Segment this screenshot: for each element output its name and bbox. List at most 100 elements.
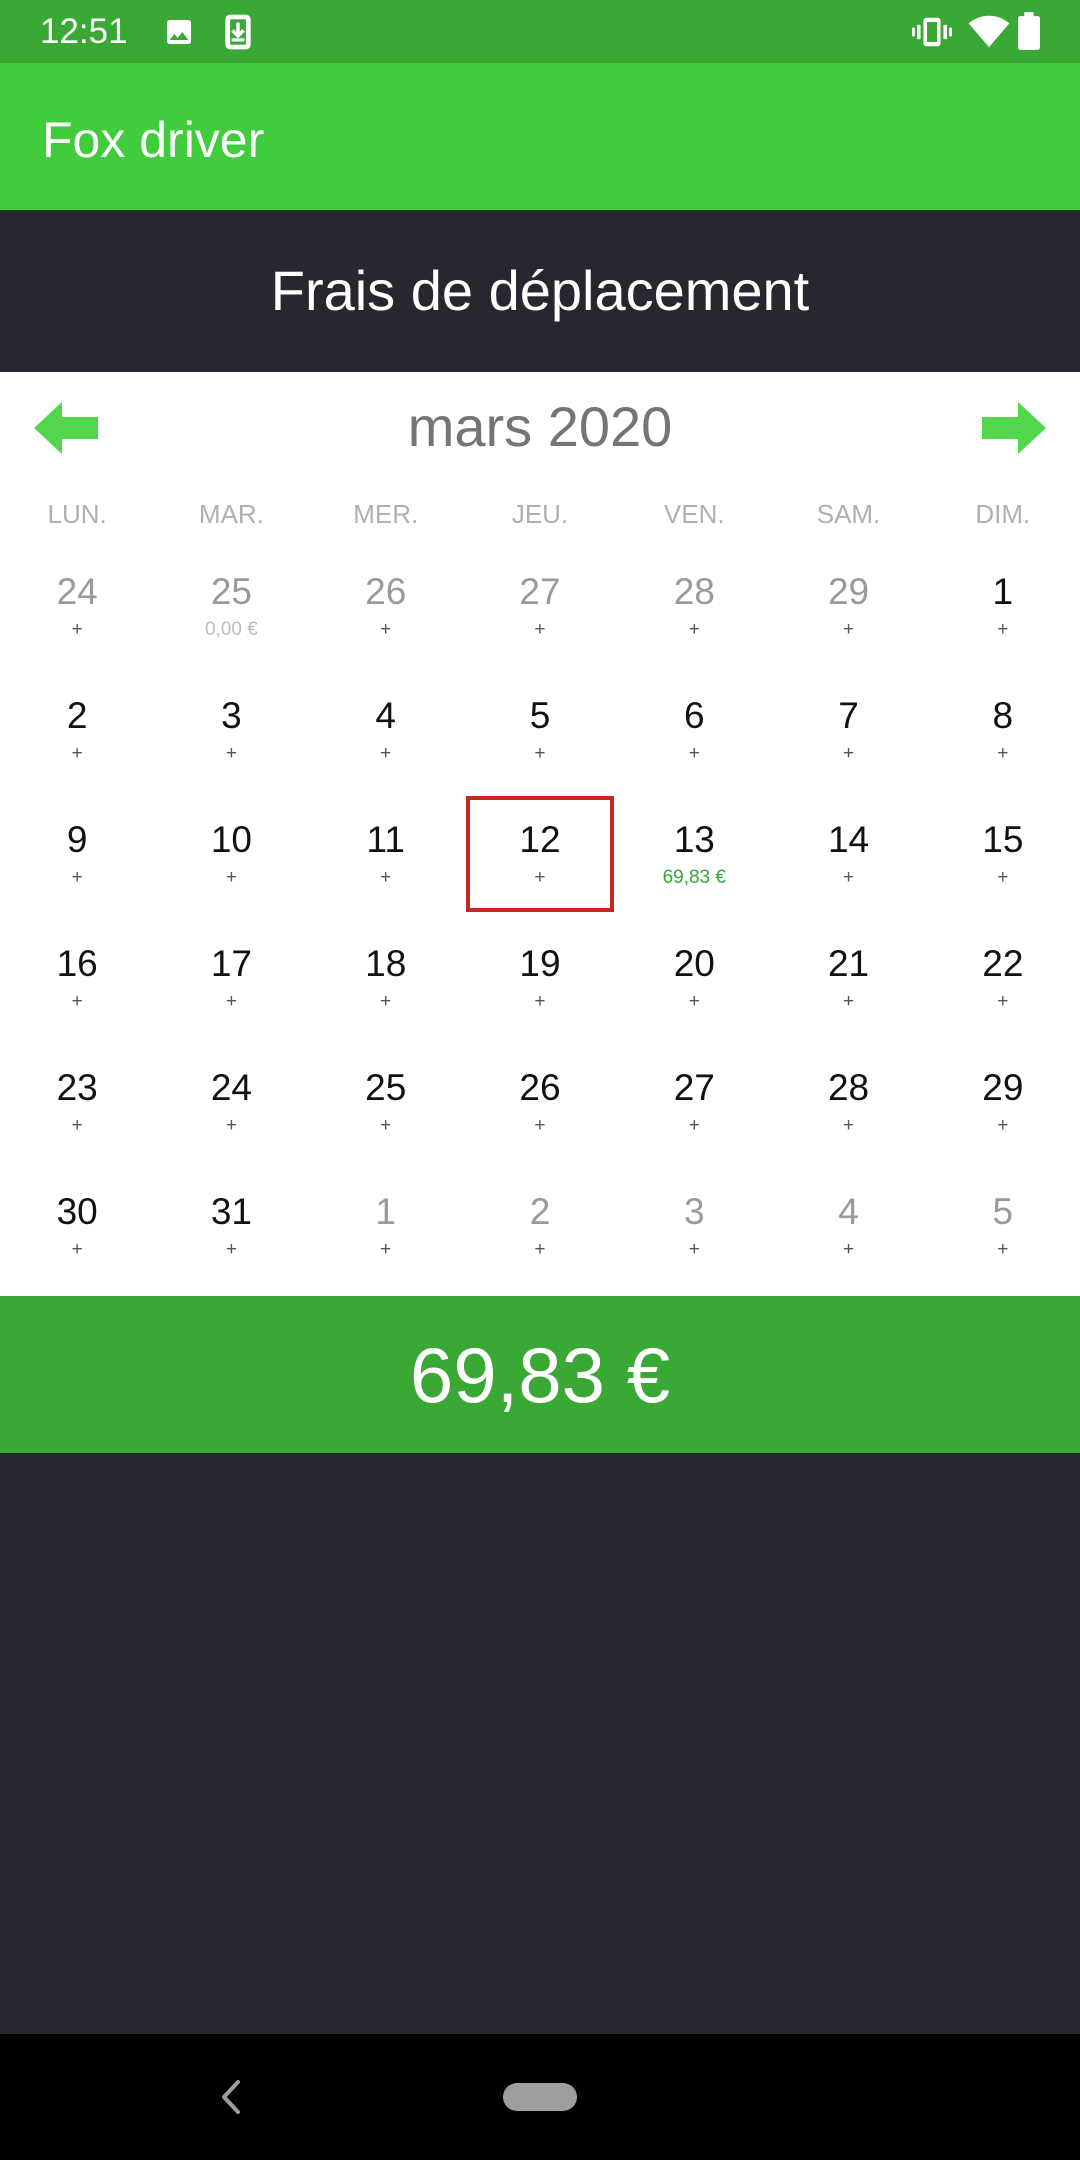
add-expense-button[interactable]: + xyxy=(0,1238,154,1262)
add-expense-button[interactable]: + xyxy=(926,1238,1080,1262)
day-cell[interactable]: 13 69,83 € xyxy=(617,812,771,936)
add-expense-button[interactable]: + xyxy=(617,990,771,1014)
day-cell[interactable]: 24 + xyxy=(154,1060,308,1184)
day-cell[interactable]: 17 + xyxy=(154,936,308,1060)
day-cell[interactable]: 23 + xyxy=(0,1060,154,1184)
add-expense-button[interactable]: + xyxy=(926,866,1080,890)
add-expense-button[interactable]: + xyxy=(309,866,463,890)
add-expense-button[interactable]: + xyxy=(154,1114,308,1138)
day-number: 20 xyxy=(673,943,715,984)
add-expense-button[interactable]: + xyxy=(0,866,154,890)
day-cell[interactable]: 6 + xyxy=(617,688,771,812)
add-expense-button[interactable]: + xyxy=(617,1238,771,1262)
back-button[interactable] xyxy=(216,2074,246,2120)
day-cell[interactable]: 16 + xyxy=(0,936,154,1060)
add-expense-button[interactable]: + xyxy=(309,618,463,642)
day-number: 7 xyxy=(838,695,859,736)
day-number: 24 xyxy=(56,571,98,612)
add-expense-button[interactable]: + xyxy=(617,618,771,642)
back-icon xyxy=(222,2080,240,2114)
day-cell[interactable]: 24 + xyxy=(0,564,154,688)
add-expense-button[interactable]: + xyxy=(771,866,925,890)
day-cell[interactable]: 4 + xyxy=(309,688,463,812)
day-cell[interactable]: 25 0,00 € xyxy=(154,564,308,688)
next-month-button[interactable] xyxy=(982,402,1046,454)
add-expense-button[interactable]: + xyxy=(463,866,617,890)
day-cell[interactable]: 19 + xyxy=(463,936,617,1060)
add-expense-button[interactable]: + xyxy=(309,1238,463,1262)
add-expense-button[interactable]: + xyxy=(309,742,463,766)
day-cell[interactable]: 18 + xyxy=(309,936,463,1060)
add-expense-button[interactable]: + xyxy=(771,1238,925,1262)
weekday-header: LUN. MAR. MER. JEU. VEN. SAM. DIM. xyxy=(0,494,1080,534)
day-cell[interactable]: 8 + xyxy=(926,688,1080,812)
day-number: 3 xyxy=(683,1191,705,1232)
day-cell[interactable]: 26 + xyxy=(463,1060,617,1184)
day-cell[interactable]: 28 + xyxy=(617,564,771,688)
add-expense-button[interactable]: + xyxy=(926,618,1080,642)
day-cell[interactable]: 20 + xyxy=(617,936,771,1060)
add-expense-button[interactable]: + xyxy=(463,618,617,642)
add-expense-button[interactable]: + xyxy=(309,990,463,1014)
day-cell[interactable]: 22 + xyxy=(926,936,1080,1060)
day-cell[interactable]: 27 + xyxy=(463,564,617,688)
add-expense-button[interactable]: + xyxy=(926,742,1080,766)
day-cell[interactable]: 3 + xyxy=(617,1184,771,1308)
day-cell[interactable]: 25 + xyxy=(309,1060,463,1184)
day-cell[interactable]: 2 + xyxy=(463,1184,617,1308)
day-cell[interactable]: 31 + xyxy=(154,1184,308,1308)
day-number: 31 xyxy=(210,1191,252,1232)
month-title: mars 2020 xyxy=(407,395,673,458)
day-cell[interactable]: 9 + xyxy=(0,812,154,936)
add-expense-button[interactable]: + xyxy=(926,1114,1080,1138)
week-row: 23 +24 +25 +26 +27 + 28 +29 + xyxy=(0,1060,1080,1184)
week-row: 16 +17 +18 +19 + 20 +21 +22 + xyxy=(0,936,1080,1060)
day-cell[interactable]: 11 + xyxy=(309,812,463,936)
week-row: 9 +10 +11 +12 +13 69,83 €14 + 15 + xyxy=(0,796,1080,936)
add-expense-button[interactable]: + xyxy=(771,990,925,1014)
add-expense-button[interactable]: + xyxy=(0,742,154,766)
add-expense-button[interactable]: + xyxy=(309,1114,463,1138)
add-expense-button[interactable]: + xyxy=(0,618,154,642)
add-expense-button[interactable]: + xyxy=(617,1114,771,1138)
day-cell[interactable]: 1 + xyxy=(309,1184,463,1308)
day-cell[interactable]: 29 + xyxy=(771,564,925,688)
day-cell[interactable]: 14 + xyxy=(771,812,925,936)
add-expense-button[interactable]: + xyxy=(463,1114,617,1138)
add-expense-button[interactable]: + xyxy=(0,990,154,1014)
weekday-label: LUN. xyxy=(47,499,107,529)
day-cell[interactable]: 28 + xyxy=(771,1060,925,1184)
add-expense-button[interactable]: + xyxy=(463,742,617,766)
home-pill-icon[interactable] xyxy=(503,2083,577,2111)
day-cell[interactable]: 2 + xyxy=(0,688,154,812)
add-expense-button[interactable]: + xyxy=(771,1114,925,1138)
day-cell[interactable]: 15 + xyxy=(926,812,1080,936)
add-expense-button[interactable]: + xyxy=(926,990,1080,1014)
add-expense-button[interactable]: + xyxy=(463,990,617,1014)
day-cell[interactable]: 29 + xyxy=(926,1060,1080,1184)
day-cell[interactable]: 30 + xyxy=(0,1184,154,1308)
add-expense-button[interactable]: + xyxy=(771,742,925,766)
day-cell[interactable]: 21 + xyxy=(771,936,925,1060)
day-cell[interactable]: 10 + xyxy=(154,812,308,936)
add-expense-button[interactable]: + xyxy=(154,1238,308,1262)
day-cell[interactable]: 5 + xyxy=(926,1184,1080,1308)
day-cell[interactable]: 26 + xyxy=(309,564,463,688)
add-expense-button[interactable]: + xyxy=(0,1114,154,1138)
add-expense-button[interactable]: + xyxy=(154,866,308,890)
add-expense-button[interactable]: + xyxy=(154,742,308,766)
day-cell-selected[interactable]: 12 + xyxy=(463,796,617,936)
add-expense-button[interactable]: + xyxy=(154,990,308,1014)
day-number: 15 xyxy=(982,819,1024,860)
day-cell[interactable]: 1 + xyxy=(926,564,1080,688)
day-cell[interactable]: 5 + xyxy=(463,688,617,812)
add-expense-button[interactable]: + xyxy=(617,742,771,766)
add-expense-button[interactable]: + xyxy=(463,1238,617,1262)
day-number: 28 xyxy=(827,1067,870,1108)
day-cell[interactable]: 7 + xyxy=(771,688,925,812)
week-row: 24 +25 0,00 €26 +27 +28 +29 +1 + xyxy=(0,564,1080,688)
day-cell[interactable]: 27 + xyxy=(617,1060,771,1184)
day-cell[interactable]: 4 + xyxy=(771,1184,925,1308)
day-cell[interactable]: 3 + xyxy=(154,688,308,812)
add-expense-button[interactable]: + xyxy=(771,618,925,642)
